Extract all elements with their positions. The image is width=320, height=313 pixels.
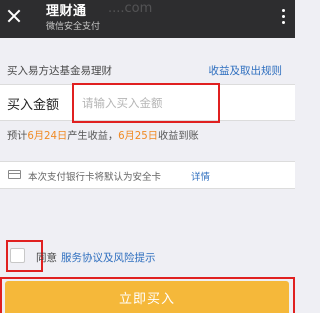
agreement-link[interactable]: 服务协议及风险提示 <box>61 250 156 265</box>
page-title: 理财通 <box>46 4 87 19</box>
amount-row: 买入金额 <box>0 83 295 123</box>
product-row: 买入易方达基金易理财 收益及取出规则 <box>0 61 295 79</box>
income-text: 产生收益， <box>67 131 119 142</box>
income-date: 6月24日 <box>27 131 68 142</box>
card-detail-link[interactable]: 详情 <box>191 169 210 183</box>
product-name: 买入易方达基金易理财 <box>7 65 112 77</box>
estimate-text: 预计6月24日产生收益，6月25日收益到账 <box>7 127 199 142</box>
arrival-text: 收益到账 <box>157 131 199 142</box>
card-notice-text: 本次支付银行卡将默认为安全卡 <box>28 172 162 183</box>
buy-now-button[interactable]: 立即买入 <box>5 281 289 313</box>
title-bar: ....com 理财通 微信安全支付 <box>0 0 295 38</box>
arrival-date: 6月25日 <box>118 131 158 142</box>
amount-input[interactable] <box>72 83 220 123</box>
page-subtitle: 微信安全支付 <box>46 22 101 32</box>
bank-card-icon <box>8 170 21 179</box>
rules-link[interactable]: 收益及取出规则 <box>209 63 283 78</box>
card-notice-row: 本次支付银行卡将默认为安全卡 详情 <box>0 161 295 189</box>
more-icon[interactable] <box>282 9 286 27</box>
estimate-prefix: 预计 <box>7 131 28 142</box>
close-icon[interactable] <box>6 8 22 24</box>
agree-label: 同意 <box>36 252 57 264</box>
amount-label: 买入金额 <box>7 98 60 113</box>
checkbox-box[interactable] <box>10 248 25 263</box>
watermark: ....com <box>108 1 153 16</box>
